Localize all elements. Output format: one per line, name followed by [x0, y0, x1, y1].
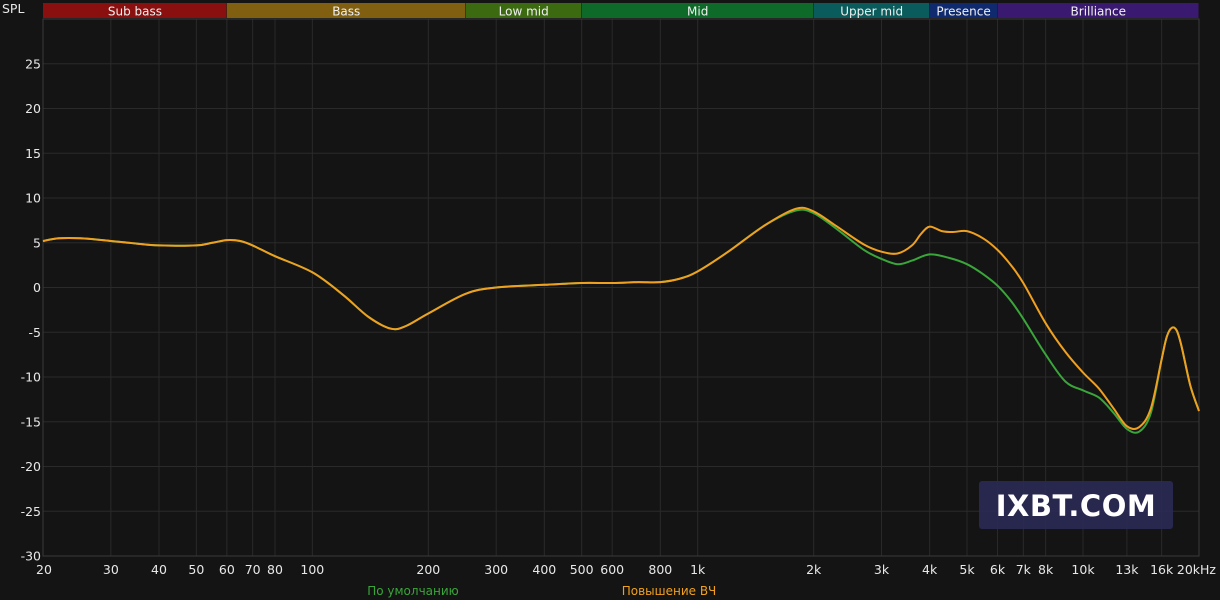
- band-label: Upper mid: [840, 5, 903, 19]
- y-axis-label: SPL: [2, 1, 24, 16]
- x-tick-label: 300: [484, 562, 508, 577]
- legend-entry-1: По умолчанию: [367, 584, 459, 598]
- x-tick-label: 70: [245, 562, 261, 577]
- x-tick-label: 500: [570, 562, 594, 577]
- x-tick-label: 60: [219, 562, 235, 577]
- x-tick-label: 30: [103, 562, 119, 577]
- band-label: Mid: [687, 5, 708, 19]
- frequency-response-chart: Sub bass Bass Low mid Mid Upper mid Presence B…: [0, 0, 1220, 600]
- x-tick-label: 100: [300, 562, 324, 577]
- y-tick-label: 0: [33, 280, 41, 295]
- x-tick-label: 7k: [1016, 562, 1032, 577]
- y-tick-label: 15: [25, 146, 41, 161]
- y-tick-label: -20: [21, 459, 41, 474]
- x-tick-label: 200: [416, 562, 440, 577]
- x-tick-label: 80: [267, 562, 283, 577]
- band-label: Sub bass: [108, 5, 162, 19]
- band-label: Brilliance: [1071, 5, 1126, 19]
- x-tick-label: 2k: [806, 562, 822, 577]
- x-tick-label: 600: [600, 562, 624, 577]
- x-tick-label: 6k: [990, 562, 1006, 577]
- x-tick-label: 10k: [1071, 562, 1095, 577]
- x-tick-label: 20kHz: [1177, 562, 1217, 577]
- watermark: IXBT.COM: [979, 481, 1173, 529]
- y-tick-label: -5: [29, 325, 41, 340]
- x-tick-label: 13k: [1115, 562, 1139, 577]
- x-tick-label: 3k: [874, 562, 890, 577]
- watermark-text: IXBT.COM: [996, 489, 1156, 523]
- x-tick-label: 40: [151, 562, 167, 577]
- y-tick-label: -10: [21, 370, 41, 385]
- x-tick-label: 16k: [1150, 562, 1174, 577]
- x-tick-label: 20: [36, 562, 52, 577]
- y-tick-label: -25: [21, 504, 41, 519]
- band-label: Bass: [332, 5, 360, 19]
- x-tick-label: 50: [188, 562, 204, 577]
- y-tick-label: 25: [25, 56, 41, 71]
- legend-entry-2: Повышение ВЧ: [622, 584, 717, 598]
- x-tick-label: 1k: [690, 562, 706, 577]
- y-tick-label: -15: [21, 414, 41, 429]
- x-tick-label: 800: [648, 562, 672, 577]
- band-label: Presence: [936, 5, 990, 19]
- x-tick-label: 400: [532, 562, 556, 577]
- x-tick-label: 8k: [1038, 562, 1054, 577]
- x-tick-label: 5k: [959, 562, 975, 577]
- y-tick-label: 10: [25, 191, 41, 206]
- band-label: Low mid: [499, 5, 549, 19]
- y-tick-label: 20: [25, 101, 41, 116]
- frequency-bands: Sub bass Bass Low mid Mid Upper mid Presence B…: [43, 3, 1200, 19]
- x-tick-label: 4k: [922, 562, 938, 577]
- y-tick-label: 5: [33, 235, 41, 250]
